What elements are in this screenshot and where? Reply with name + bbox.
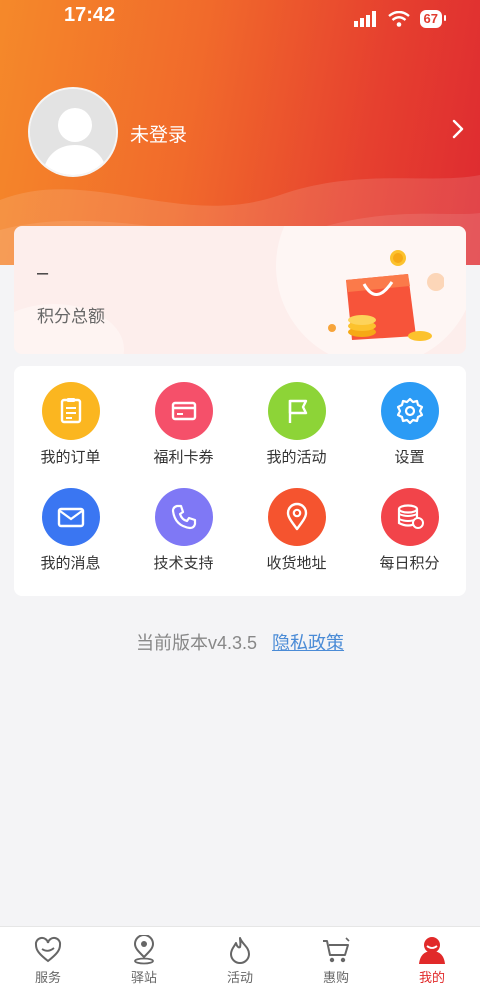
heart-icon [0,935,96,965]
points-label: 积分总额 [37,307,105,326]
menu-item-orders[interactable]: 我的订单 [14,366,127,466]
default-avatar-icon [30,89,116,175]
tab-mine[interactable]: 我的 [384,927,480,992]
menu-item-settings[interactable]: 设置 [353,366,466,466]
bottom-tab-bar: 服务 驿站 活动 惠购 我的 [0,926,480,992]
menu-label: 技术支持 [153,555,214,572]
menu-label: 设置 [394,449,425,466]
tab-label: 活动 [226,970,253,985]
message-icon [41,488,100,546]
location-pin-icon [267,488,326,546]
flag-icon [267,382,326,440]
menu-item-daily-points[interactable]: 每日积分 [353,472,466,572]
menu-grid-card: 我的订单 福利卡券 我的活动 设置 我的消息 技术支持 收货地址 每日积分 [14,366,466,596]
cart-icon [288,935,384,965]
coupon-icon [154,382,213,440]
status-time: 17:42 [64,4,116,26]
order-icon [41,382,100,440]
chevron-right-icon[interactable] [452,119,464,139]
tab-shopping[interactable]: 惠购 [288,927,384,992]
avatar[interactable] [28,87,118,177]
tab-service[interactable]: 服务 [0,927,96,992]
settings-gear-icon [380,382,439,440]
menu-label: 每日积分 [379,555,440,572]
menu-label: 我的消息 [40,555,101,572]
battery-indicator: 67 [419,10,447,28]
points-value: – [37,262,49,284]
phone-icon [154,488,213,546]
tab-activity[interactable]: 活动 [192,927,288,992]
menu-label: 福利卡券 [153,449,214,466]
status-bar: 17:42 67 [0,0,480,34]
menu-item-address[interactable]: 收货地址 [240,472,353,572]
menu-item-activities[interactable]: 我的活动 [240,366,353,466]
menu-item-coupons[interactable]: 福利卡券 [127,366,240,466]
profile-icon [384,935,480,965]
menu-label: 收货地址 [266,555,327,572]
tab-label: 我的 [418,970,445,985]
tab-label: 惠购 [322,970,349,985]
shopping-bag-coins-illustration [328,250,444,341]
menu-label: 我的订单 [40,449,101,466]
privacy-policy-link[interactable]: 隐私政策 [272,633,344,653]
map-pin-icon [96,935,192,965]
profile-row[interactable]: 未登录 [28,87,480,177]
tab-station[interactable]: 驿站 [96,927,192,992]
tab-label: 服务 [34,970,61,985]
menu-item-messages[interactable]: 我的消息 [14,472,127,572]
flame-icon [192,935,288,965]
tab-label: 驿站 [130,970,157,985]
version-row: 当前版本v4.3.5 隐私政策 [0,629,480,655]
coins-icon [380,488,439,546]
points-card[interactable]: – 积分总额 [14,226,466,354]
wifi-icon [387,11,410,27]
status-icons: 67 [353,10,447,28]
menu-label: 我的活动 [266,449,327,466]
version-text: 当前版本v4.3.5 [135,633,258,653]
signal-icon [353,11,376,27]
menu-item-support[interactable]: 技术支持 [127,472,240,572]
login-status-text[interactable]: 未登录 [130,120,187,147]
